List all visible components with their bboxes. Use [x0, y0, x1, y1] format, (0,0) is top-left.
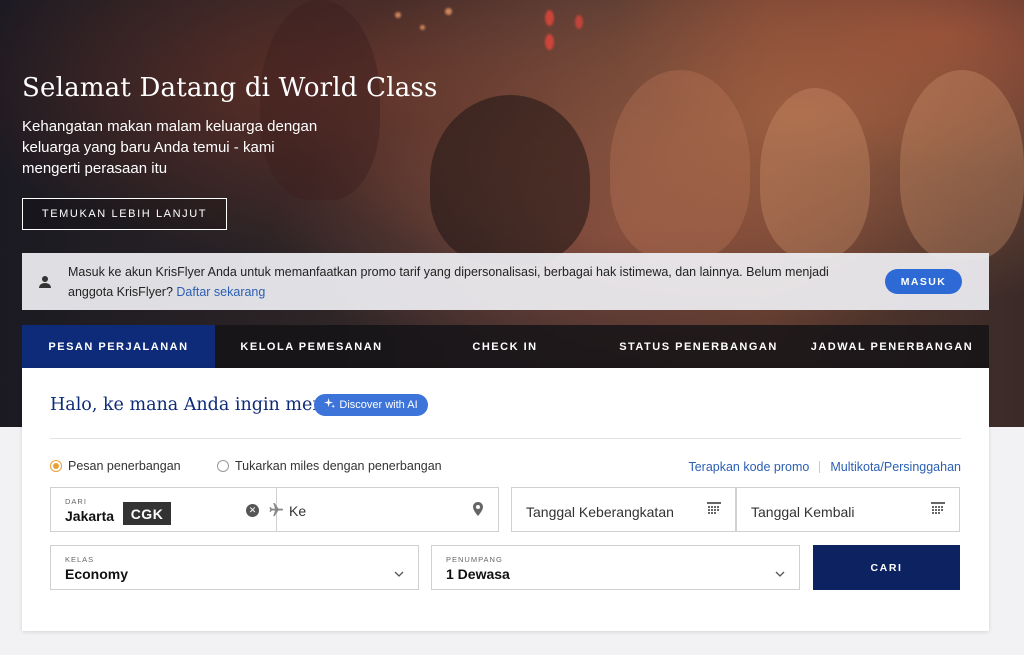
discover-ai-label: Discover with AI — [339, 399, 418, 411]
search-flights-button[interactable]: CARI — [813, 545, 960, 590]
tab-book-trip[interactable]: PESAN PERJALANAN — [22, 325, 215, 368]
krisflyer-login-banner: Masuk ke akun KrisFlyer Anda untuk meman… — [22, 253, 989, 310]
class-value: Economy — [65, 566, 129, 582]
departure-date-placeholder: Tanggal Keberangkatan — [526, 504, 674, 520]
booking-links: Terapkan kode promo Multikota/Persinggah… — [688, 460, 961, 474]
decor-figure — [900, 70, 1024, 260]
decor-light — [395, 12, 401, 18]
radio-checked-icon — [50, 460, 62, 472]
from-airport-code: CGK — [123, 502, 171, 525]
booking-tabs: PESAN PERJALANAN KELOLA PEMESANAN CHECK … — [22, 325, 989, 368]
tab-flight-status[interactable]: STATUS PENERBANGAN — [602, 325, 795, 368]
clear-icon[interactable]: ✕ — [246, 504, 259, 517]
origin-destination-field: DARI Jakarta CGK ✕ Ke — [50, 487, 499, 532]
decor-figure — [430, 95, 590, 265]
radio-redeem-miles-label: Tukarkan miles dengan penerbangan — [235, 459, 442, 473]
location-pin-icon — [472, 502, 484, 521]
radio-redeem-miles[interactable]: Tukarkan miles dengan penerbangan — [217, 459, 442, 473]
login-button[interactable]: MASUK — [885, 269, 962, 294]
multicity-link[interactable]: Multikota/Persinggahan — [830, 460, 961, 474]
to-input[interactable]: Ke — [289, 503, 306, 519]
plane-icon[interactable] — [269, 502, 284, 522]
decor-figure — [610, 70, 750, 260]
return-date-placeholder: Tanggal Kembali — [751, 504, 855, 520]
from-label: DARI — [65, 497, 87, 506]
radio-book-flight[interactable]: Pesan penerbangan — [50, 459, 181, 473]
hero-title: Selamat Datang di World Class — [22, 73, 438, 103]
decor-lantern — [545, 34, 554, 50]
booking-card: Halo, ke mana Anda ingin menuju? Discove… — [22, 368, 989, 631]
discover-ai-button[interactable]: Discover with AI — [314, 394, 428, 416]
tab-manage-booking[interactable]: KELOLA PEMESANAN — [215, 325, 408, 368]
learn-more-button[interactable]: TEMUKAN LEBIH LANJUT — [22, 198, 227, 230]
link-separator — [819, 461, 821, 473]
return-date-field[interactable]: Tanggal Kembali — [736, 487, 960, 532]
chevron-down-icon — [775, 564, 785, 582]
cabin-class-select[interactable]: KELAS Economy — [50, 545, 419, 590]
tab-check-in[interactable]: CHECK IN — [408, 325, 602, 368]
calendar-icon — [707, 502, 721, 521]
radio-unchecked-icon — [217, 460, 229, 472]
register-link[interactable]: Daftar sekarang — [176, 285, 265, 299]
login-message: Masuk ke akun KrisFlyer Anda untuk meman… — [68, 262, 858, 302]
decor-lantern — [545, 10, 554, 26]
promo-code-link[interactable]: Terapkan kode promo — [688, 460, 809, 474]
passenger-select[interactable]: PENUMPANG 1 Dewasa — [431, 545, 800, 590]
tab-flight-schedule[interactable]: JADWAL PENERBANGAN — [795, 325, 989, 368]
passenger-label: PENUMPANG — [446, 555, 503, 564]
sparkle-icon — [324, 398, 336, 412]
decor-lantern — [575, 15, 583, 29]
decor-figure — [760, 88, 870, 258]
user-icon — [22, 275, 68, 289]
divider — [50, 438, 961, 439]
from-city[interactable]: Jakarta — [65, 508, 114, 524]
calendar-icon — [931, 502, 945, 521]
decor-light — [445, 8, 452, 15]
departure-date-field[interactable]: Tanggal Keberangkatan — [511, 487, 736, 532]
class-label: KELAS — [65, 555, 95, 564]
radio-book-flight-label: Pesan penerbangan — [68, 459, 181, 473]
decor-light — [420, 25, 425, 30]
chevron-down-icon — [394, 564, 404, 582]
passenger-value: 1 Dewasa — [446, 566, 510, 582]
hero-subtitle: Kehangatan makan malam keluarga dengan k… — [22, 118, 318, 177]
